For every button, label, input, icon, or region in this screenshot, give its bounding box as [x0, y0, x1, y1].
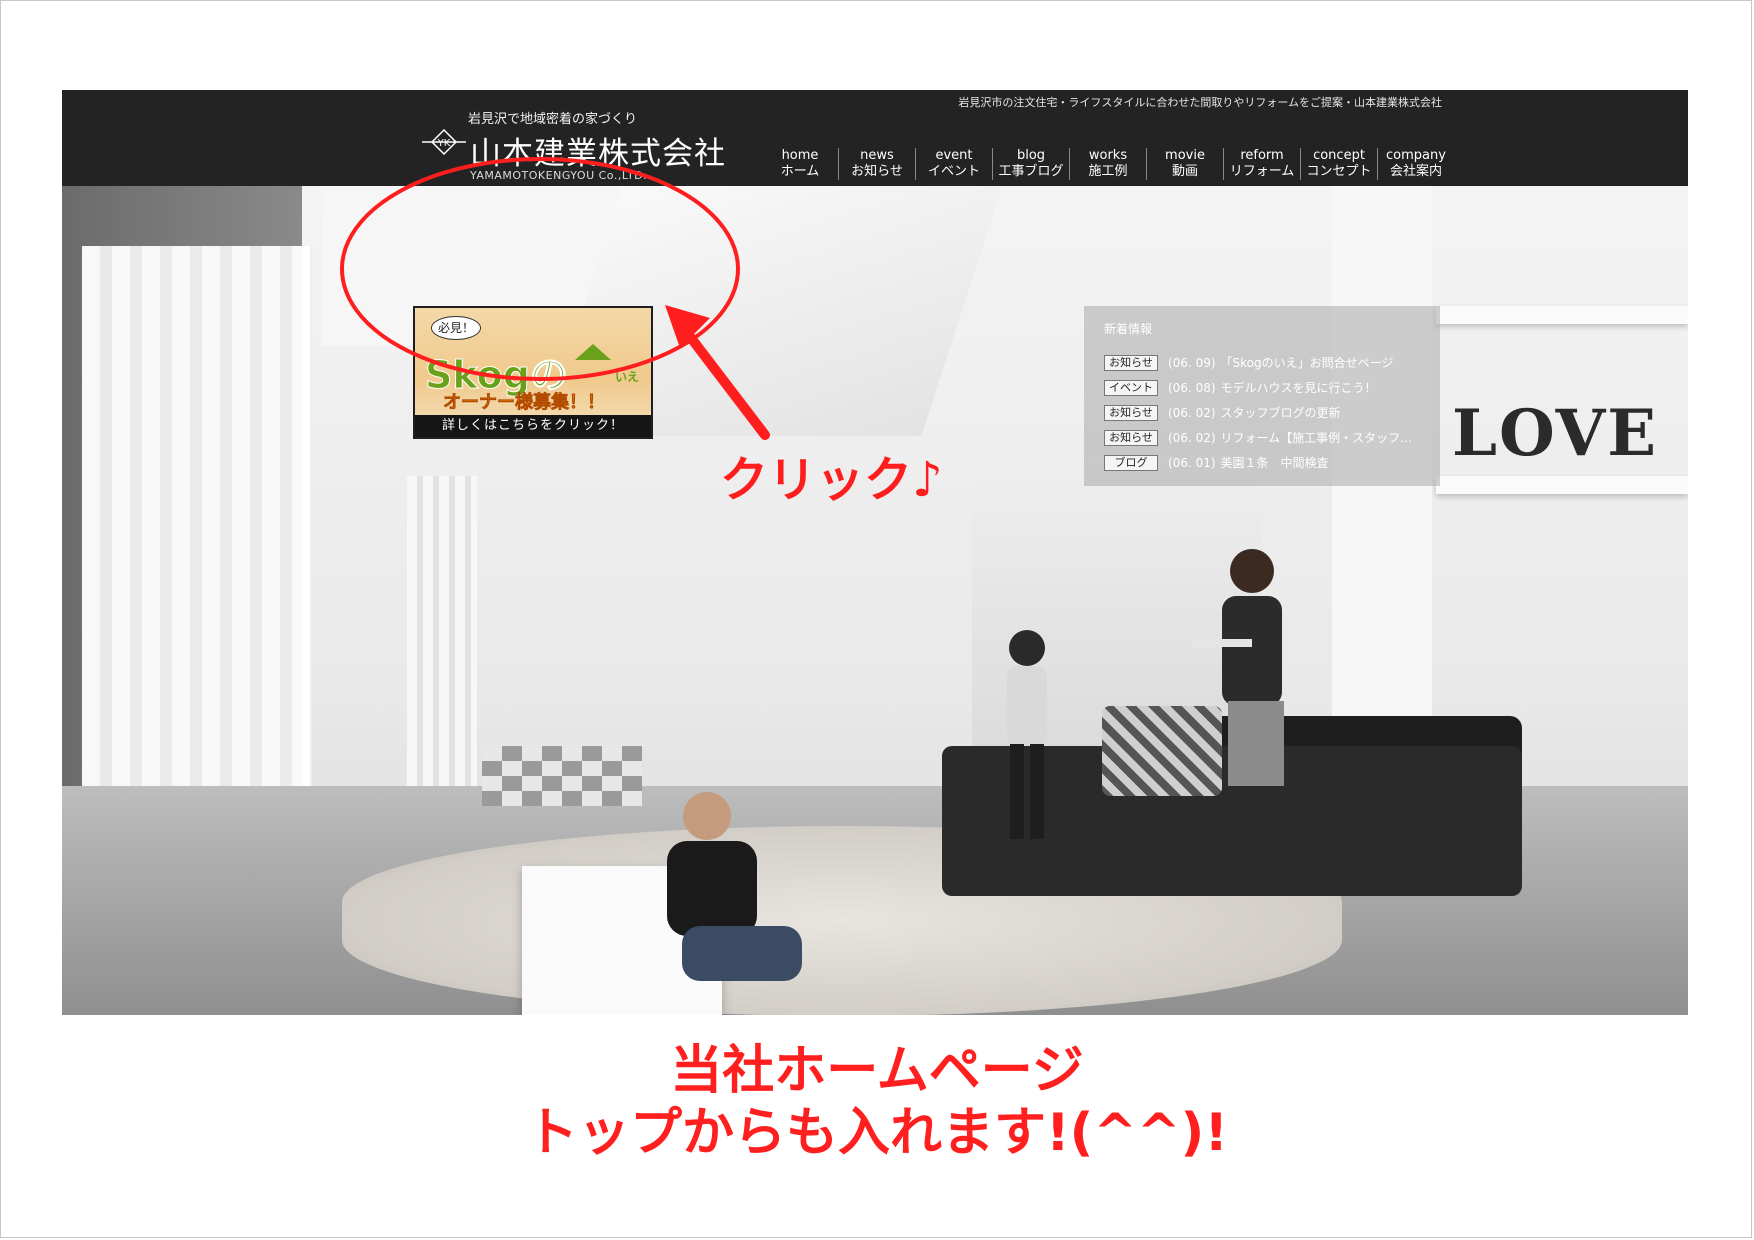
logo-subtitle: 岩見沢で地域密着の家づくり: [468, 112, 638, 127]
svg-text:YK: YK: [437, 138, 451, 149]
news-item[interactable]: お知らせ (06. 02) スタッフブログの更新: [1104, 400, 1412, 425]
site-header: 岩見沢市の注文住宅・ライフスタイルに合わせた間取りやリフォームをご提案・山本建業…: [62, 90, 1688, 186]
person-woman: [1192, 549, 1284, 786]
person-man: [667, 792, 802, 981]
caption-line-2: トップからも入れます!(^^)!: [525, 1103, 1229, 1163]
nav-reform[interactable]: reform リフォーム: [1223, 148, 1300, 180]
banner-cta[interactable]: 詳しくはこちらをクリック！: [415, 415, 651, 437]
click-annotation: クリック♪: [720, 452, 943, 508]
caption: 当社ホームページ トップからも入れます!(^^)!: [0, 1040, 1754, 1164]
caption-line-1: 当社ホームページ: [670, 1041, 1084, 1101]
nav-works[interactable]: works 施工例: [1069, 148, 1146, 180]
nav-event[interactable]: event イベント: [915, 148, 992, 180]
hero-photo: LOVE 必見！ Skogの いえ オーナー様募集！！ 詳しくはこちらをクリック…: [62, 186, 1688, 1015]
logo-mark-icon[interactable]: YK: [422, 128, 466, 156]
news-item[interactable]: お知らせ (06. 09) 「Skogのいえ」お問合せページ: [1104, 350, 1412, 375]
nav-blog[interactable]: blog 工事ブログ: [992, 148, 1069, 180]
news-item[interactable]: イベント (06. 08) モデルハウスを見に行こう！: [1104, 375, 1412, 400]
news-panel: 新着情報 お知らせ (06. 09) 「Skogのいえ」お問合せページ イベント (0…: [1084, 306, 1440, 486]
person-child: [1007, 630, 1047, 839]
news-title: 新着情報: [1104, 322, 1153, 336]
website-screenshot: 岩見沢市の注文住宅・ライフスタイルに合わせた間取りやリフォームをご提案・山本建業…: [62, 90, 1688, 1015]
arrow-icon: [665, 305, 770, 440]
nav-movie[interactable]: movie 動画: [1146, 148, 1223, 180]
banner-owner-text: オーナー様募集！！: [443, 392, 606, 414]
nav-concept[interactable]: concept コンセプト: [1300, 148, 1377, 180]
love-decor: LOVE: [1452, 396, 1659, 471]
news-item[interactable]: ブログ (06. 01) 美園１条 中間検査: [1104, 450, 1412, 475]
curtain: [82, 246, 312, 806]
main-nav: home ホーム news お知らせ event イベント blog 工事ブログ wor…: [762, 148, 1454, 180]
news-list: お知らせ (06. 09) 「Skogのいえ」お問合せページ イベント (06. 08…: [1104, 350, 1412, 475]
nav-company[interactable]: company 会社案内: [1377, 148, 1454, 180]
header-tagline: 岩見沢市の注文住宅・ライフスタイルに合わせた間取りやリフォームをご提案・山本建業…: [958, 96, 1442, 109]
nav-news[interactable]: news お知らせ: [838, 148, 915, 180]
news-item[interactable]: お知らせ (06. 02) リフォーム【施工事例・スタッフ…: [1104, 425, 1412, 450]
nav-home[interactable]: home ホーム: [762, 148, 838, 180]
